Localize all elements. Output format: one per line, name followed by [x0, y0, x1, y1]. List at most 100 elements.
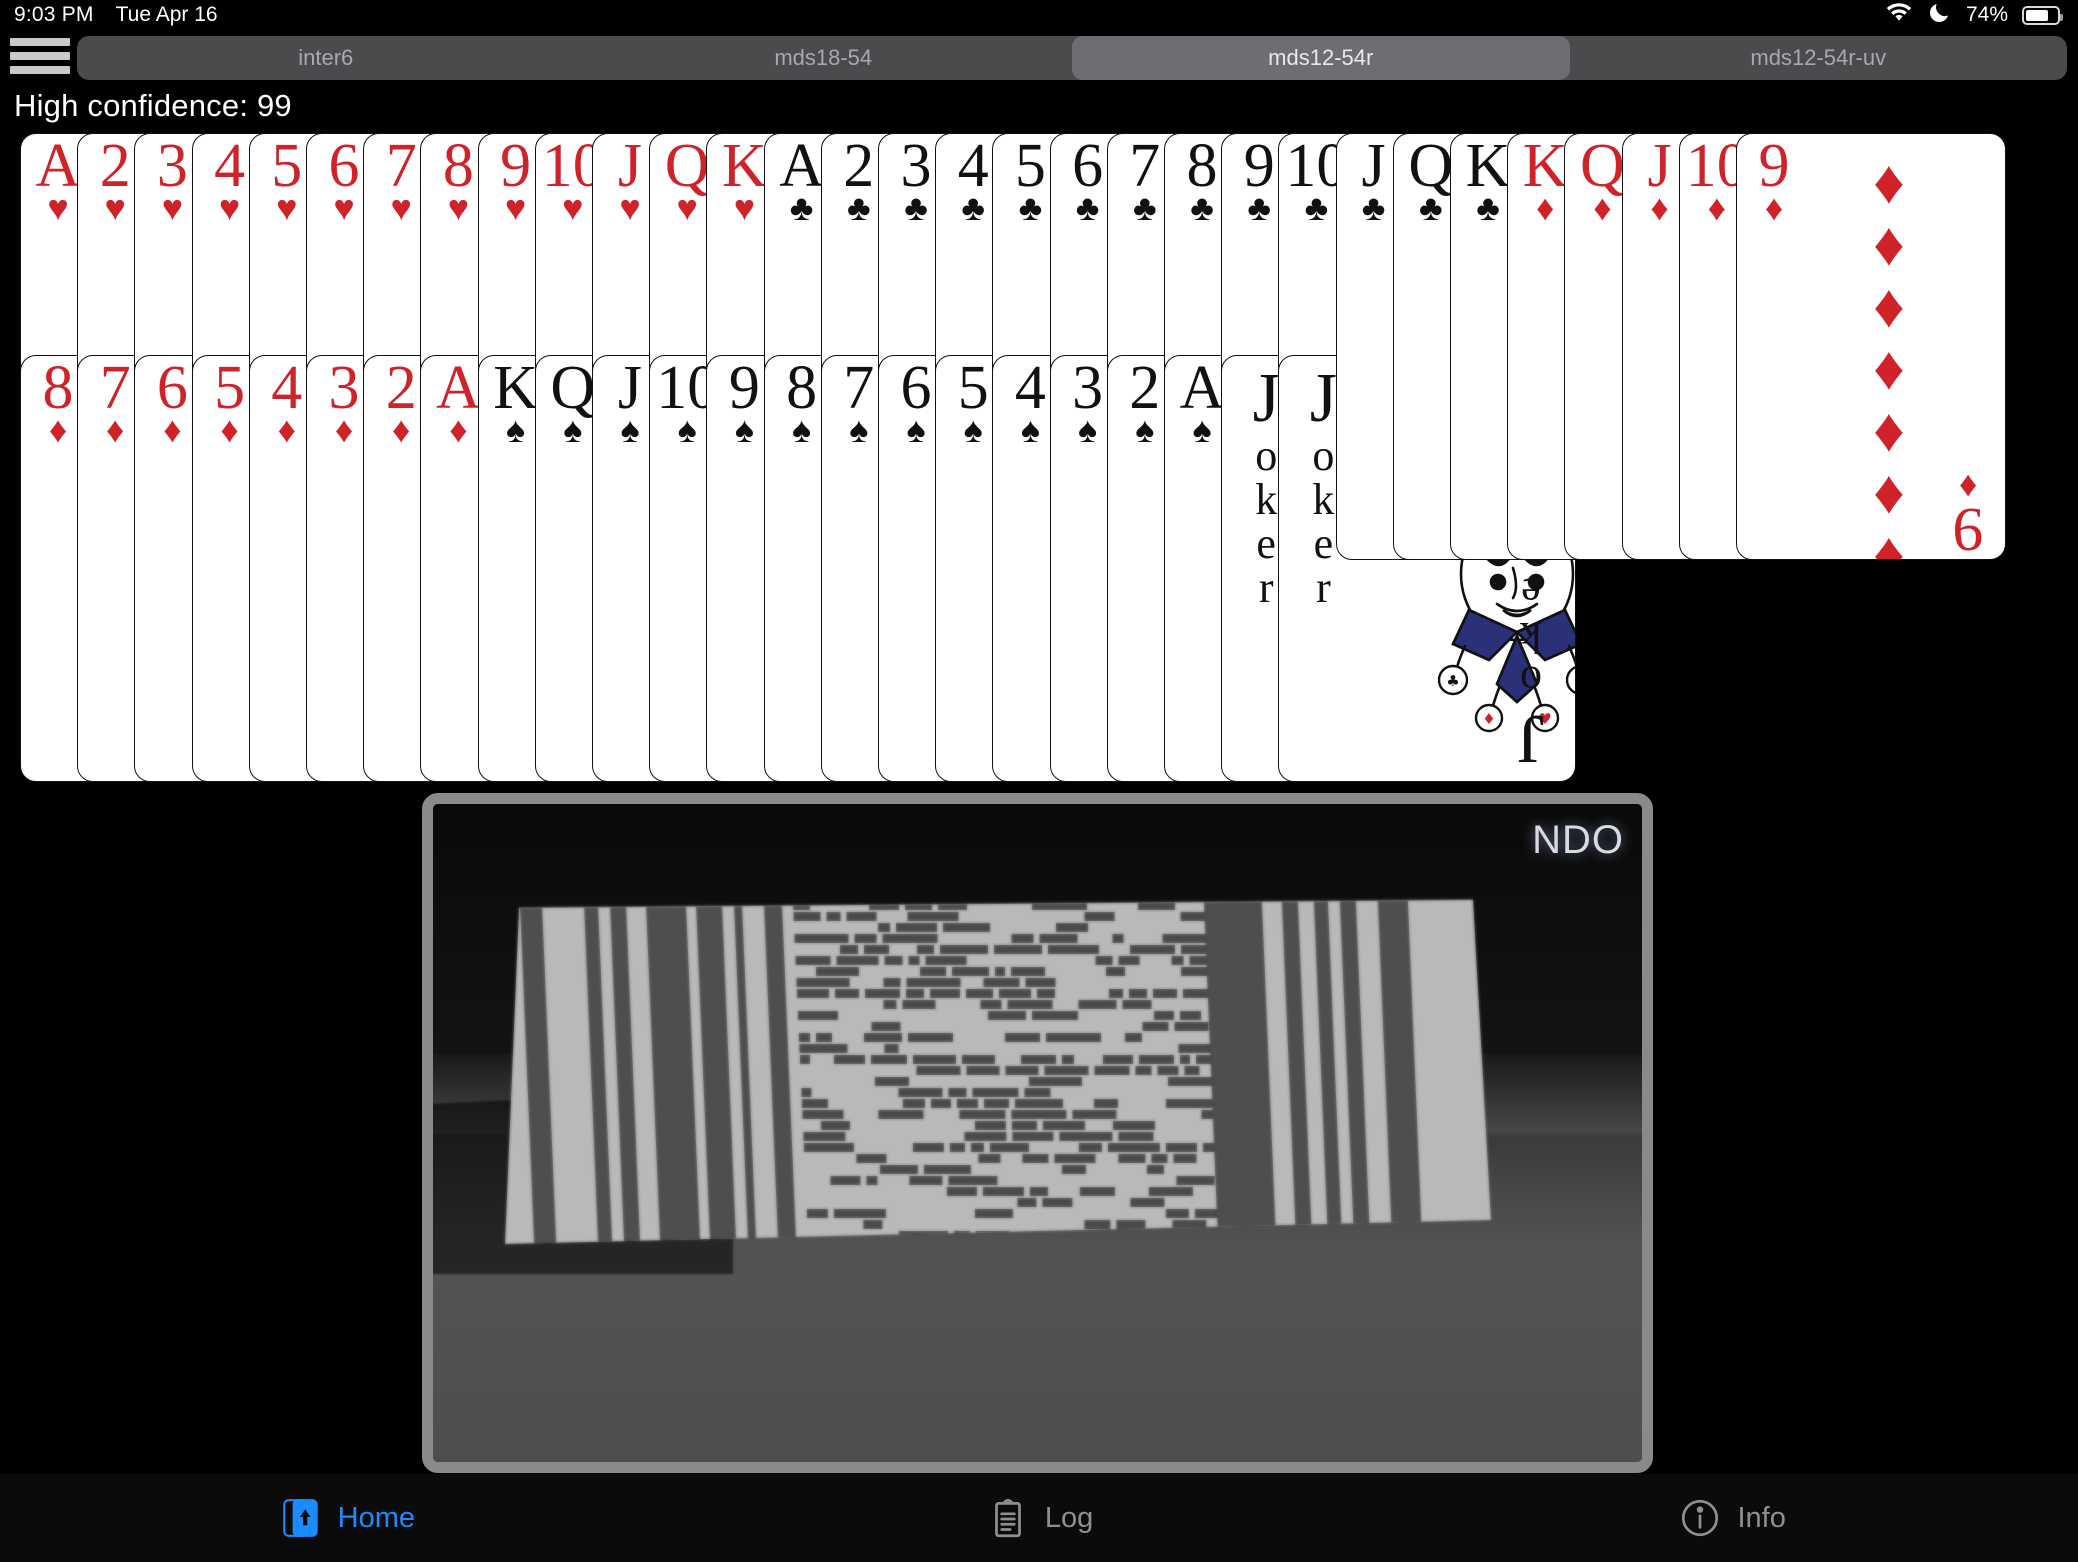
card-suit: ♠ — [620, 409, 640, 451]
joker-letter: e — [1521, 569, 1542, 618]
card-suit: ♣ — [846, 187, 871, 229]
card-pip: ♦ — [1873, 148, 1905, 217]
segment-mds18-54[interactable]: mds18-54 — [575, 36, 1073, 80]
joker-letter: k — [1255, 475, 1278, 524]
joker-letter: r — [1316, 563, 1331, 612]
playing-card[interactable]: 9 ♦ ♦♦♦♦♦♦♦♦♦9♦ — [1736, 133, 2006, 560]
joker-letter: k — [1312, 475, 1335, 524]
tab-label: Home — [337, 1501, 416, 1534]
joker-letter: e — [1256, 519, 1276, 568]
joker-letter: J — [1309, 360, 1338, 437]
card-suit: ♥ — [619, 187, 641, 229]
card-suit: ♠ — [1192, 409, 1212, 451]
segment-mds12-54r-uv[interactable]: mds12-54r-uv — [1570, 36, 2068, 80]
segment-mds12-54r[interactable]: mds12-54r — [1072, 36, 1570, 80]
card-suit: ♣ — [1361, 187, 1386, 229]
card-suit: ♣ — [1190, 187, 1214, 229]
status-date: Tue Apr 16 — [115, 3, 218, 26]
card-pip: ♦ — [1873, 210, 1905, 279]
card-suit: ♥ — [47, 187, 69, 229]
battery-icon — [2022, 5, 2063, 25]
segment-label: mds12-54r-uv — [1750, 45, 1887, 70]
tab-info[interactable]: Info — [1385, 1495, 2078, 1541]
svg-text:♠: ♠ — [1575, 672, 1577, 690]
battery-percent: 74% — [1965, 3, 2008, 26]
wifi-icon — [1884, 1, 1914, 29]
card-suit: ♦ — [1764, 187, 1784, 229]
nav-row: inter6 mds18-54 mds12-54r mds12-54r-uv — [0, 30, 2078, 82]
joker-label: Joker — [1501, 525, 1561, 777]
bottom-tab-bar[interactable]: Home Log Info — [0, 1474, 2078, 1562]
joker-letter: k — [1520, 613, 1543, 662]
segmented-control[interactable]: inter6 mds18-54 mds12-54r mds12-54r-uv — [77, 36, 2067, 80]
card-suit: ♠ — [1078, 409, 1098, 451]
status-time: 9:03 PM — [14, 3, 94, 26]
card-pip: ♦ — [1873, 272, 1905, 341]
card-suit: ♠ — [1135, 409, 1155, 451]
card-suit: ♦ — [220, 409, 239, 451]
card-suit: ♦ — [1593, 187, 1612, 229]
card-suit: ♣ — [1132, 187, 1157, 229]
card-suit: ♣ — [1018, 187, 1043, 229]
card-suit: ♦ — [1650, 187, 1669, 229]
card-suit: ♥ — [276, 187, 298, 229]
joker-letter: r — [1258, 563, 1274, 612]
confidence-label: High confidence: 99 — [14, 88, 292, 123]
hamburger-menu-icon[interactable] — [10, 36, 70, 76]
joker-letter: J — [1517, 700, 1546, 777]
card-suit: ♠ — [563, 409, 583, 451]
joker-letter: o — [1312, 431, 1335, 480]
hamburger-bar — [10, 38, 70, 46]
card-suit: ♥ — [104, 187, 126, 229]
card-pip: ♦ — [1873, 334, 1905, 403]
segment-label: mds12-54r — [1268, 45, 1374, 70]
card-suit: ♣ — [961, 187, 985, 229]
card-suit: ♥ — [733, 187, 756, 229]
tab-home[interactable]: Home — [0, 1495, 693, 1541]
card-corner-top: 9 ♦ — [1746, 135, 1802, 229]
joker-letter: o — [1520, 657, 1543, 706]
segment-inter6[interactable]: inter6 — [77, 36, 575, 80]
preview-overlay-label: NDO — [1532, 818, 1624, 862]
card-suit: ♠ — [963, 409, 983, 451]
hamburger-bar — [10, 66, 70, 74]
card-suit: ♦ — [163, 409, 182, 451]
joker-letter: e — [1313, 519, 1334, 568]
card-suit: ♥ — [390, 187, 412, 229]
joker-letter: o — [1255, 431, 1278, 480]
card-corner-bottom: 9 ♦ — [1940, 466, 1996, 560]
svg-text:♦: ♦ — [1483, 710, 1496, 728]
camera-preview-image — [433, 804, 1642, 1462]
card-pip: ♦ — [1873, 520, 1905, 560]
crescent-moon-icon — [1928, 0, 1952, 30]
tab-label: Log — [1044, 1501, 1094, 1534]
svg-text:♣: ♣ — [1447, 672, 1460, 690]
card-suit: ♥ — [504, 187, 527, 229]
card-suit: ♣ — [1304, 187, 1329, 229]
card-suit: ♣ — [1476, 187, 1500, 229]
card-suit: ♠ — [734, 409, 754, 451]
card-suit: ♠ — [906, 409, 926, 451]
joker-letter: J — [1252, 360, 1280, 437]
card-suit: ♦ — [1958, 466, 1978, 508]
card-suit: ♥ — [333, 187, 355, 229]
info-circle-icon — [1682, 1499, 1719, 1537]
card-suit: ♦ — [334, 409, 354, 451]
card-suit: ♥ — [676, 187, 698, 229]
card-suit: ♣ — [904, 187, 928, 229]
card-suit: ♦ — [1707, 187, 1726, 229]
card-pip: ♦ — [1873, 396, 1905, 465]
card-suit: ♣ — [1075, 187, 1100, 229]
tab-log[interactable]: Log — [693, 1495, 1386, 1541]
card-suit: ♠ — [792, 409, 812, 451]
card-rank: 9 — [1952, 495, 1984, 560]
card-suit: ♦ — [277, 409, 296, 451]
card-suit: ♥ — [447, 187, 470, 229]
hamburger-bar — [10, 52, 70, 60]
card-suit: ♣ — [1247, 187, 1271, 229]
segment-label: mds18-54 — [774, 45, 873, 70]
card-suit: ♣ — [789, 187, 814, 229]
card-suit: ♦ — [392, 409, 411, 451]
camera-preview-panel[interactable]: NDO — [422, 793, 1653, 1473]
card-suit: ♠ — [849, 409, 869, 451]
